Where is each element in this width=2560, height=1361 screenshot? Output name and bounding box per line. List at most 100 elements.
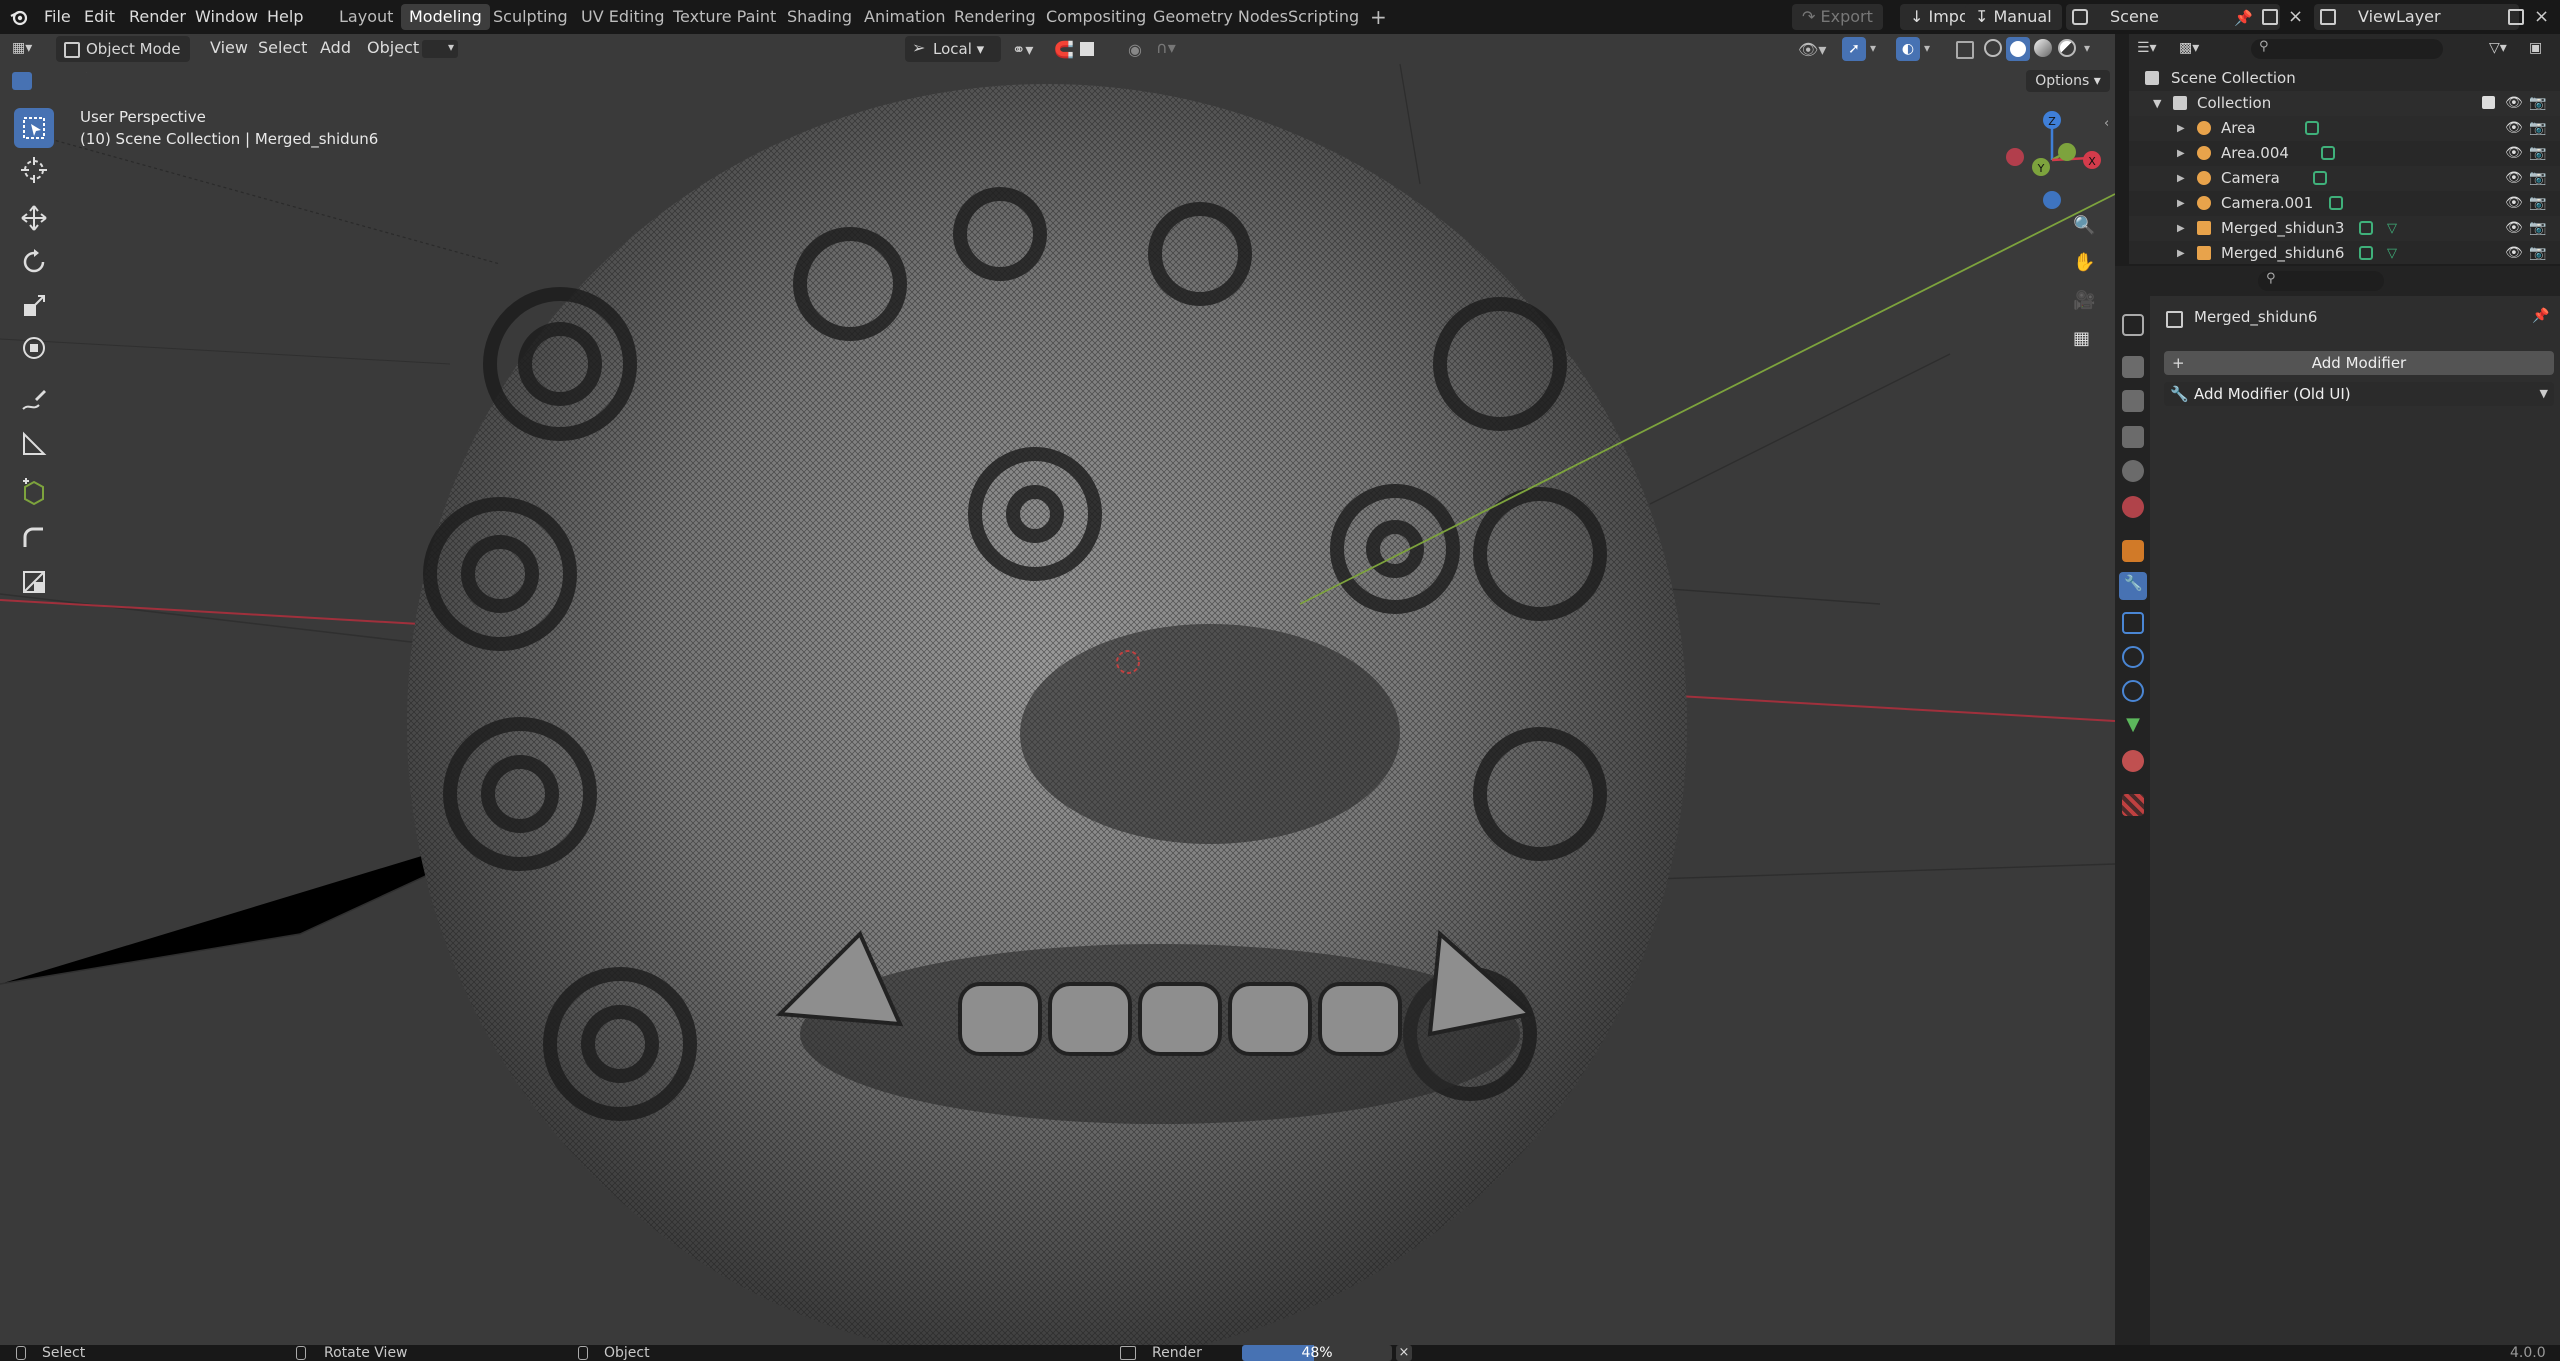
ortho-grid-icon[interactable]: ▦: [2073, 328, 2090, 349]
add-cube-tool[interactable]: [14, 472, 54, 512]
display-mode-icon[interactable]: ▩▾: [2179, 40, 2199, 56]
select-mode-subtract[interactable]: [60, 72, 80, 90]
data-tab-icon[interactable]: ▼: [2122, 714, 2144, 736]
overlays-dropdown-icon[interactable]: ▾: [1924, 41, 1930, 55]
3d-viewport[interactable]: [0, 34, 2115, 1345]
navigation-gizmo[interactable]: Z Y X: [1995, 105, 2115, 215]
tab-compositing[interactable]: Compositing: [1038, 4, 1154, 30]
add-workspace-icon[interactable]: +: [1362, 4, 1395, 30]
select-mode-new[interactable]: [12, 72, 32, 90]
snap-icon[interactable]: 🧲: [1054, 40, 1074, 59]
menu-window[interactable]: Window: [195, 0, 258, 34]
render-visibility-icon[interactable]: 📷: [2529, 141, 2546, 166]
filter-icon[interactable]: ▽▾: [2489, 40, 2507, 56]
render-visibility-icon[interactable]: 📷: [2529, 241, 2546, 266]
output-tab-icon[interactable]: [2122, 390, 2144, 412]
render-visibility-icon[interactable]: 📷: [2529, 166, 2546, 191]
solid-shading-icon[interactable]: [2006, 37, 2030, 61]
zoom-icon[interactable]: 🔍: [2073, 215, 2095, 236]
visibility-icon[interactable]: 👁▾: [1798, 40, 1826, 59]
cancel-render-button[interactable]: ×: [1396, 1345, 1412, 1361]
new-scene-icon[interactable]: [2262, 9, 2278, 25]
mesh-data-icon[interactable]: [2359, 221, 2373, 235]
visibility-eye-icon[interactable]: 👁: [2505, 216, 2523, 241]
expand-item-icon[interactable]: ▶: [2177, 116, 2185, 141]
proportional-edit-icon[interactable]: ◉: [1128, 40, 1142, 59]
gizmo-dropdown-icon[interactable]: ▾: [1870, 41, 1876, 55]
add-modifier-old-ui-dropdown[interactable]: 🔧 Add Modifier (Old UI) ▼: [2164, 382, 2554, 406]
gizmo-neg-z[interactable]: [2043, 191, 2061, 209]
remove-scene-icon[interactable]: ×: [2288, 6, 2303, 27]
light-data-icon[interactable]: [2305, 121, 2319, 135]
collection-visibility-icon[interactable]: 👁: [2505, 91, 2523, 116]
select-mode-intersect[interactable]: [108, 72, 128, 90]
select-mode-extend[interactable]: [36, 72, 56, 90]
gizmo-toggle-icon[interactable]: ➚: [1842, 37, 1866, 61]
tab-animation[interactable]: Animation: [856, 4, 954, 30]
editor-type-icon[interactable]: ▦▾: [12, 40, 42, 58]
tab-scripting[interactable]: Scripting: [1280, 4, 1367, 30]
outliner-item[interactable]: ▶ Area.004 👁 📷: [2129, 141, 2560, 166]
physics-tab-icon[interactable]: [2122, 646, 2144, 668]
light-data-icon[interactable]: [2321, 146, 2335, 160]
outliner-item[interactable]: ▶ Camera 👁 📷: [2129, 166, 2560, 191]
menu-help[interactable]: Help: [267, 0, 303, 34]
menu-view[interactable]: View: [210, 34, 248, 62]
wireframe-shading-icon[interactable]: [1984, 39, 2002, 57]
expand-item-icon[interactable]: ▶: [2177, 191, 2185, 216]
expand-item-icon[interactable]: ▶: [2177, 141, 2185, 166]
outliner-search-input[interactable]: ⚲: [2251, 39, 2443, 59]
collection-checkbox[interactable]: [2482, 96, 2495, 109]
pan-hand-icon[interactable]: ✋: [2073, 252, 2095, 273]
tab-rendering[interactable]: Rendering: [946, 4, 1044, 30]
extra-menu-dropdown[interactable]: ▾: [422, 40, 458, 58]
shear-tool[interactable]: [14, 518, 54, 558]
object-tab-icon[interactable]: [2122, 540, 2144, 562]
outliner-collection[interactable]: ▼ Collection 👁 📷: [2129, 91, 2560, 116]
collection-render-icon[interactable]: 📷: [2529, 91, 2546, 116]
remove-view-layer-icon[interactable]: ×: [2534, 6, 2549, 27]
menu-add[interactable]: Add: [320, 34, 351, 62]
scene-tab-icon[interactable]: [2122, 460, 2144, 482]
export-button[interactable]: ↷ Export: [1792, 4, 1883, 30]
options-dropdown[interactable]: Options ▾: [2026, 70, 2110, 92]
visibility-eye-icon[interactable]: 👁: [2505, 116, 2523, 141]
tab-geometry-nodes[interactable]: Geometry Nodes: [1145, 4, 1296, 30]
menu-edit[interactable]: Edit: [84, 0, 115, 34]
particles-tab-icon[interactable]: [2122, 612, 2144, 634]
camera-data-icon[interactable]: [2313, 171, 2327, 185]
tab-layout[interactable]: Layout: [331, 4, 401, 30]
camera-data-icon[interactable]: [2329, 196, 2343, 210]
add-modifier-button[interactable]: + Add Modifier: [2164, 351, 2554, 375]
outliner-scene-collection[interactable]: Scene Collection: [2129, 66, 2560, 91]
world-tab-icon[interactable]: [2122, 496, 2144, 518]
render-visibility-icon[interactable]: 📷: [2529, 216, 2546, 241]
menu-object[interactable]: Object: [367, 34, 419, 62]
gizmo-y-axis[interactable]: [2058, 143, 2076, 161]
modifier-tab-icon[interactable]: 🔧: [2119, 572, 2147, 600]
render-tab-icon[interactable]: [2122, 356, 2144, 378]
outliner-item[interactable]: ▶ Camera.001 👁 📷: [2129, 191, 2560, 216]
tab-uv-editing[interactable]: UV Editing: [573, 4, 672, 30]
tab-shading[interactable]: Shading: [779, 4, 860, 30]
scale-tool[interactable]: [14, 286, 54, 326]
outliner-editor-type-icon[interactable]: ☰▾: [2137, 40, 2157, 56]
annotate-tool[interactable]: [14, 380, 54, 420]
constraints-tab-icon[interactable]: [2122, 680, 2144, 702]
menu-select[interactable]: Select: [258, 34, 307, 62]
select-mode-invert[interactable]: [84, 72, 104, 90]
mesh-data-icon[interactable]: ▽: [2387, 216, 2397, 241]
move-tool[interactable]: [14, 198, 54, 238]
tab-modeling[interactable]: Modeling: [401, 4, 490, 30]
snap-target-icon[interactable]: [1080, 42, 1094, 56]
properties-search-input[interactable]: ⚲: [2258, 271, 2384, 291]
material-tab-icon[interactable]: [2122, 750, 2144, 772]
mesh-data-icon[interactable]: [2359, 246, 2373, 260]
tab-texture-paint[interactable]: Texture Paint: [665, 4, 784, 30]
camera-view-icon[interactable]: 🎥: [2073, 290, 2095, 311]
outliner-item[interactable]: ▶ Area 👁 📷: [2129, 116, 2560, 141]
manual-button[interactable]: ↧ Manual: [1965, 4, 2062, 30]
pivot-icon[interactable]: ⚭▾: [1012, 40, 1033, 59]
expand-item-icon[interactable]: ▶: [2177, 166, 2185, 191]
outliner-item[interactable]: ▶ Merged_shidun3 ▽ 👁 📷: [2129, 216, 2560, 241]
